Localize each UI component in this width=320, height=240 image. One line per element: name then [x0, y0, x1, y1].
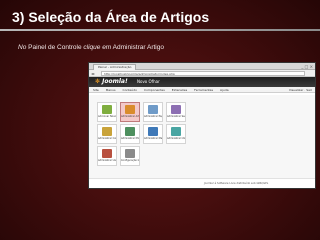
site-name: Novo Ofhar	[137, 79, 160, 84]
url-field[interactable]: http://localhost/joomla/administrator/in…	[101, 71, 305, 76]
manage-users-button[interactable]: Administrar Usuários	[97, 146, 117, 166]
global-config-button[interactable]: Configuração Global	[120, 146, 140, 166]
icon-row: Administrar Usuários Configuração Global	[97, 146, 185, 168]
cp-icon-label: Administrar Artigos	[121, 115, 139, 118]
manage-categories-button[interactable]: Administrar Categorias	[97, 124, 117, 144]
joomla-logo-mark-icon: ✻	[95, 78, 101, 85]
slide-title: 3) Seleção da Área de Artigos	[12, 9, 210, 25]
sections-icon	[171, 105, 181, 114]
slide-subtitle: No Painel de Controle clique em Administ…	[18, 44, 308, 51]
cp-icon-label: Administrar Menus	[144, 137, 162, 140]
config-icon	[125, 149, 135, 158]
categories-icon	[102, 127, 112, 136]
screenshot-frame: Painel - Administração _ □ × ◂▸ http://l…	[88, 62, 316, 189]
manage-articles-button[interactable]: Administrar Artigos	[120, 102, 140, 122]
window-controls[interactable]: _ □ ×	[301, 64, 313, 69]
cp-icon-label: Adicionar Novo Artigo	[98, 115, 116, 118]
menu-item-ajuda[interactable]: Ajuda	[220, 88, 229, 92]
control-panel-icons: Adicionar Novo Artigo Administrar Artigo…	[97, 102, 186, 168]
subtitle-part-3: clique em	[83, 44, 112, 51]
browser-address-bar: ◂▸ http://localhost/joomla/administrator…	[89, 70, 315, 77]
cp-icon-label: Administrar Página Inicial	[144, 115, 162, 118]
cp-icon-label: Administrar Idiomas	[167, 137, 185, 140]
icon-row: Adicionar Novo Artigo Administrar Artigo…	[97, 102, 186, 124]
footer-text: Joomla! é Software Livre distribuído sob…	[204, 182, 269, 185]
menu-item-site[interactable]: Site	[93, 88, 99, 92]
manage-sections-button[interactable]: Administrar Seções	[166, 102, 186, 122]
subtitle-part-2: Painel de Controle	[26, 44, 84, 51]
joomla-logo-text: Joomla!	[102, 78, 128, 85]
menu-item-ferramentas[interactable]: Ferramentas	[194, 88, 213, 92]
menu-item-menus[interactable]: Menus	[106, 88, 116, 92]
cp-icon-label: Administrar Mídia	[121, 137, 139, 140]
manage-articles-icon	[125, 105, 135, 114]
nav-arrows-icon[interactable]: ◂▸	[91, 71, 95, 76]
cp-icon-label: Administrar Seções	[167, 115, 185, 118]
users-icon	[102, 149, 112, 158]
cp-icon-label: Administrar Categorias	[98, 137, 116, 140]
manage-frontpage-button[interactable]: Administrar Página Inicial	[143, 102, 163, 122]
admin-menu-items: Site Menus Conteúdo Componentes Extensõe…	[93, 88, 235, 92]
add-article-icon	[102, 105, 112, 114]
menu-item-conteudo[interactable]: Conteúdo	[123, 88, 138, 92]
menu-item-extensoes[interactable]: Extensões	[172, 88, 187, 92]
browser-tab-bar: Painel - Administração _ □ ×	[89, 63, 315, 70]
title-divider	[0, 29, 320, 31]
menu-right-links[interactable]: Visualizar · Sair	[289, 88, 312, 92]
menus-icon	[148, 127, 158, 136]
menu-item-componentes[interactable]: Componentes	[144, 88, 165, 92]
control-panel-content: Adicionar Novo Artigo Administrar Artigo…	[89, 95, 315, 178]
cp-icon-label: Administrar Usuários	[98, 159, 116, 162]
admin-footer: Joomla! é Software Livre distribuído sob…	[89, 178, 315, 188]
languages-icon	[171, 127, 181, 136]
cp-icon-label: Configuração Global	[121, 159, 139, 162]
joomla-header: ✻ Joomla! Novo Ofhar	[89, 77, 315, 87]
manage-menus-button[interactable]: Administrar Menus	[143, 124, 163, 144]
frontpage-icon	[148, 105, 158, 114]
add-article-button[interactable]: Adicionar Novo Artigo	[97, 102, 117, 122]
joomla-logo: ✻ Joomla!	[95, 78, 128, 86]
manage-languages-button[interactable]: Administrar Idiomas	[166, 124, 186, 144]
media-icon	[125, 127, 135, 136]
manage-media-button[interactable]: Administrar Mídia	[120, 124, 140, 144]
admin-menubar: Site Menus Conteúdo Componentes Extensõe…	[89, 87, 315, 93]
subtitle-part-4: Administrar Artigo	[111, 44, 164, 51]
icon-row: Administrar Categorias Administrar Mídia…	[97, 124, 186, 146]
